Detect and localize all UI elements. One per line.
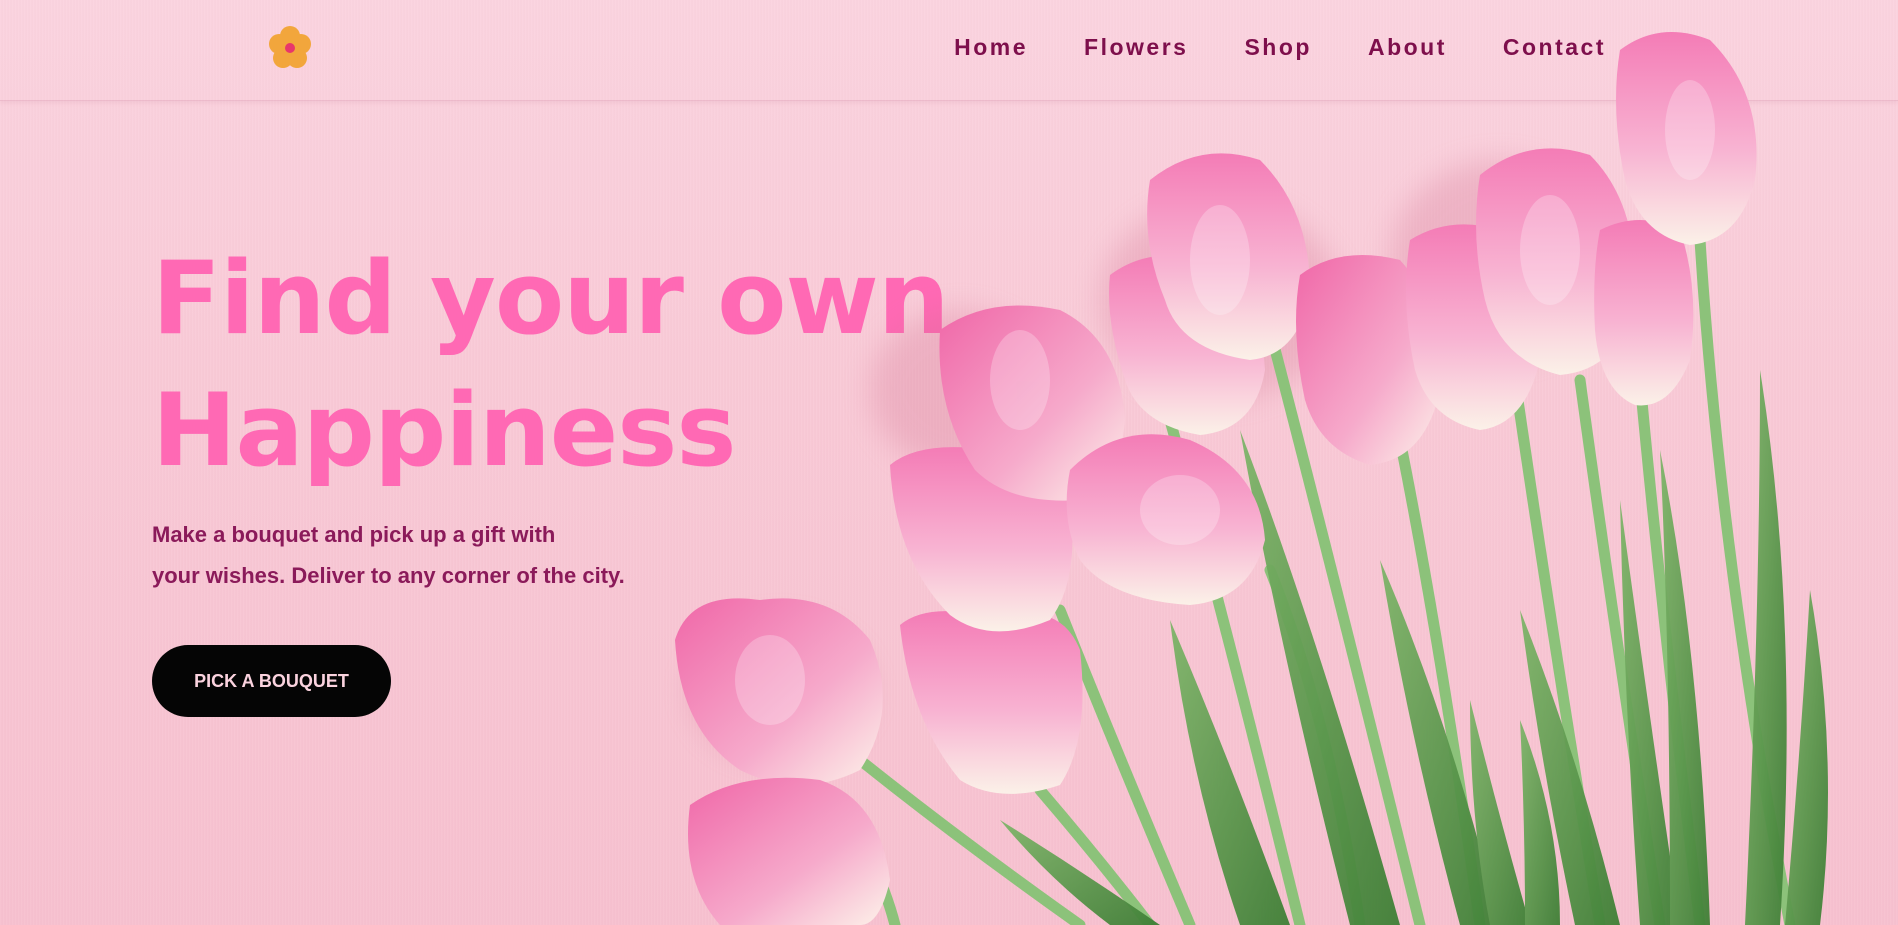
pink-tulips-image <box>675 32 1828 925</box>
hero-subtitle-line-2: your wishes. Deliver to any corner of th… <box>152 563 625 588</box>
hero-subtitle: Make a bouquet and pick up a gift with y… <box>152 514 712 596</box>
pick-bouquet-button[interactable]: PICK A BOUQUET <box>152 645 391 717</box>
flower-logo-icon[interactable] <box>266 24 314 72</box>
hero-subtitle-line-1: Make a bouquet and pick up a gift with <box>152 522 556 547</box>
